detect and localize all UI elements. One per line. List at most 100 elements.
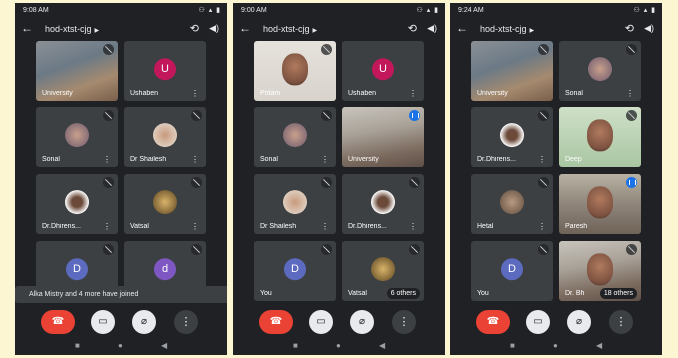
participant-name: Vatsal: [130, 223, 149, 230]
call-controls: ☎ ▭ ⌀ ⋮: [15, 310, 227, 334]
participant-tile[interactable]: Dr.Dhirens... ⋮: [342, 174, 424, 234]
status-time: 9:00 AM: [241, 7, 267, 14]
more-vert-icon[interactable]: ⋮: [191, 90, 199, 98]
avatar: U: [372, 58, 394, 81]
more-vert-icon[interactable]: ⋮: [191, 156, 199, 164]
participant-tile[interactable]: U Ushaben ⋮: [342, 41, 424, 101]
nav-recents-icon[interactable]: ■: [75, 341, 80, 350]
arrow-left-icon[interactable]: ←: [456, 21, 468, 35]
nav-home-icon[interactable]: ●: [553, 341, 558, 350]
mic-off-icon: [538, 244, 549, 255]
participant-tile[interactable]: Dr.Dhirens... ⋮: [36, 174, 118, 234]
more-vert-icon[interactable]: ⋮: [321, 156, 329, 164]
participant-video: [587, 186, 613, 219]
camera-flip-icon[interactable]: ⟲: [190, 22, 199, 35]
participant-name: You: [260, 290, 272, 297]
camera-flip-icon[interactable]: ⟲: [408, 22, 417, 35]
more-vert-icon[interactable]: ⋮: [321, 223, 329, 231]
more-vert-icon[interactable]: ⋮: [409, 90, 417, 98]
participant-tile[interactable]: Sonal ⋮: [36, 107, 118, 167]
more-options-icon[interactable]: ⋮: [609, 310, 633, 334]
others-count[interactable]: 6 others: [386, 288, 420, 299]
participant-name: Vatsal: [348, 290, 367, 297]
nav-back-icon[interactable]: ◀: [379, 341, 385, 350]
speaker-icon[interactable]: ◀): [427, 23, 437, 34]
participant-tile[interactable]: Pritam: [254, 41, 336, 101]
participant-tile[interactable]: Dr.Dhirens... ⋮: [471, 107, 553, 167]
participant-tile[interactable]: D You: [254, 241, 336, 301]
participant-tile[interactable]: Dr. Bh 18 others: [559, 241, 641, 301]
avatar: D: [284, 258, 306, 281]
more-options-icon[interactable]: ⋮: [174, 310, 198, 334]
participant-tile[interactable]: Hetal ⋮: [471, 174, 553, 234]
participant-tile[interactable]: U Ushaben ⋮: [124, 41, 206, 101]
meeting-app-bar: ← hod-xtst-cjg ▶ ⟲ ◀): [233, 19, 445, 41]
phone-screen-3: 9:24 AM ⚇ ▴ ▮ ← hod-xtst-cjg ▶ ⟲ ◀) Unive…: [450, 3, 662, 355]
participant-name: Deep: [565, 156, 582, 163]
participant-tile[interactable]: University: [36, 41, 118, 101]
more-vert-icon[interactable]: ⋮: [626, 90, 634, 98]
nav-home-icon[interactable]: ●: [118, 341, 123, 350]
nav-home-icon[interactable]: ●: [336, 341, 341, 350]
mic-off-icon[interactable]: ⌀: [350, 310, 374, 334]
nav-back-icon[interactable]: ◀: [161, 341, 167, 350]
participant-tile[interactable]: Dr Shailesh ⋮: [254, 174, 336, 234]
mic-off-icon[interactable]: ⌀: [567, 310, 591, 334]
status-icons: ⚇ ▴ ▮: [416, 7, 439, 14]
meeting-title[interactable]: hod-xtst-cjg ▶: [45, 24, 99, 34]
participant-tile[interactable]: Dr Shailesh ⋮: [124, 107, 206, 167]
avatar: [283, 123, 307, 148]
meeting-title[interactable]: hod-xtst-cjg ▶: [263, 24, 317, 34]
more-vert-icon[interactable]: ⋮: [103, 156, 111, 164]
participant-tile[interactable]: Vatsal 6 others: [342, 241, 424, 301]
status-bar: 9:08 AM ⚇ ▴ ▮: [15, 3, 227, 19]
participant-name: University: [42, 90, 73, 97]
participant-tile[interactable]: Vatsal ⋮: [124, 174, 206, 234]
end-call-icon[interactable]: ☎: [259, 310, 293, 334]
avatar: d: [154, 258, 176, 281]
participant-name: Ushaben: [130, 90, 159, 97]
nav-back-icon[interactable]: ◀: [596, 341, 602, 350]
participant-name: Dr.Dhirens...: [348, 223, 387, 230]
arrow-left-icon[interactable]: ←: [239, 21, 251, 35]
mic-off-icon[interactable]: ⌀: [132, 310, 156, 334]
nav-recents-icon[interactable]: ■: [293, 341, 298, 350]
more-vert-icon[interactable]: ⋮: [409, 223, 417, 231]
end-call-icon[interactable]: ☎: [476, 310, 510, 334]
more-options-icon[interactable]: ⋮: [392, 310, 416, 334]
more-vert-icon[interactable]: ⋮: [538, 156, 546, 164]
camera-off-icon[interactable]: ▭: [91, 310, 115, 334]
avatar: [500, 190, 524, 215]
more-vert-icon[interactable]: ⋮: [191, 223, 199, 231]
participant-video: [587, 119, 613, 152]
participant-tile[interactable]: Deep: [559, 107, 641, 167]
mic-off-icon: [538, 110, 549, 121]
others-count[interactable]: 18 others: [599, 288, 637, 299]
participant-tile[interactable]: D You: [471, 241, 553, 301]
android-nav-bar: ■ ● ◀: [233, 341, 445, 351]
more-vert-icon[interactable]: ⋮: [103, 223, 111, 231]
mic-off-icon: [409, 244, 420, 255]
mic-off-icon: [321, 110, 332, 121]
participant-tile[interactable]: University: [471, 41, 553, 101]
speaker-icon[interactable]: ◀): [209, 23, 219, 34]
more-vert-icon[interactable]: ⋮: [538, 223, 546, 231]
status-bar: 9:00 AM ⚇ ▴ ▮: [233, 3, 445, 19]
mic-off-icon: [321, 177, 332, 188]
camera-flip-icon[interactable]: ⟲: [625, 22, 634, 35]
camera-off-icon[interactable]: ▭: [309, 310, 333, 334]
camera-off-icon[interactable]: ▭: [526, 310, 550, 334]
speaker-icon[interactable]: ◀): [644, 23, 654, 34]
meeting-code: hod-xtst-cjg: [263, 24, 310, 34]
participant-tile[interactable]: Sonal ⋮: [254, 107, 336, 167]
end-call-icon[interactable]: ☎: [41, 310, 75, 334]
meeting-title[interactable]: hod-xtst-cjg ▶: [480, 24, 534, 34]
avatar: [588, 57, 612, 82]
participant-name: Paresh: [565, 223, 588, 230]
participant-tile[interactable]: University: [342, 107, 424, 167]
participant-tile[interactable]: Paresh: [559, 174, 641, 234]
nav-recents-icon[interactable]: ■: [510, 341, 515, 350]
participant-tile[interactable]: Sonal ⋮: [559, 41, 641, 101]
avatar: D: [501, 258, 523, 281]
arrow-left-icon[interactable]: ←: [21, 21, 33, 35]
